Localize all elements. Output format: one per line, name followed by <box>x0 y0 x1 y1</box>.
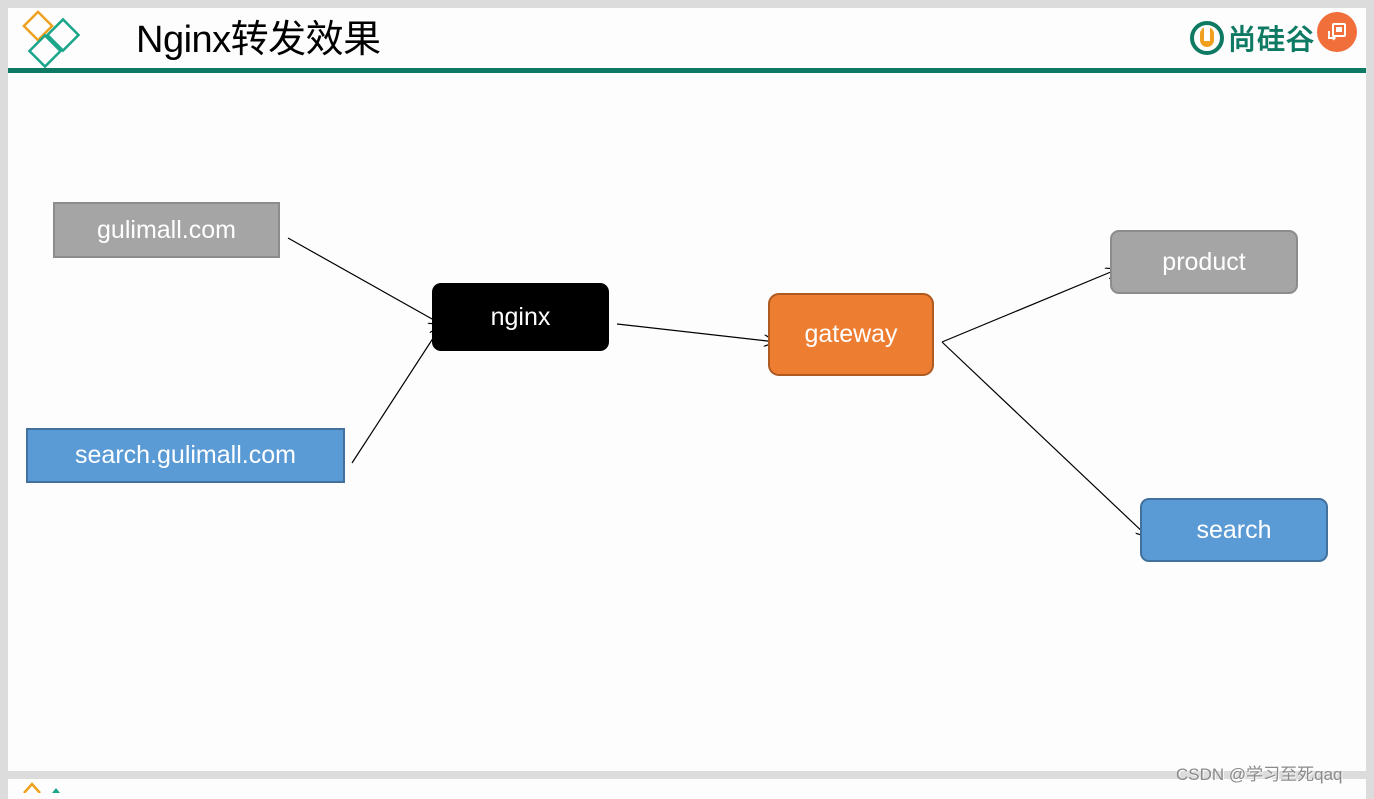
diamond-logo-icon <box>23 782 60 793</box>
brand-logo: 尚硅谷 <box>1190 20 1315 56</box>
next-slide-preview <box>8 779 1366 799</box>
node-search: search <box>1140 498 1328 562</box>
u-logo-icon <box>1190 21 1224 55</box>
node-gulimall: gulimall.com <box>53 202 280 258</box>
share-button[interactable] <box>1317 12 1357 52</box>
watermark: CSDN @学习至死qaq <box>1176 765 1343 784</box>
page-title: Nginx转发效果 <box>136 19 381 61</box>
node-search-gulimall: search.gulimall.com <box>26 428 345 483</box>
brand-name: 尚硅谷 <box>1228 23 1316 56</box>
node-product: product <box>1110 230 1298 294</box>
share-icon <box>1328 23 1346 41</box>
node-gateway: gateway <box>768 293 934 376</box>
diamond-logo-icon <box>22 10 81 69</box>
header-divider <box>8 68 1366 73</box>
node-nginx: nginx <box>432 283 609 351</box>
slide: Nginx转发效果 尚硅谷 <box>8 8 1366 771</box>
